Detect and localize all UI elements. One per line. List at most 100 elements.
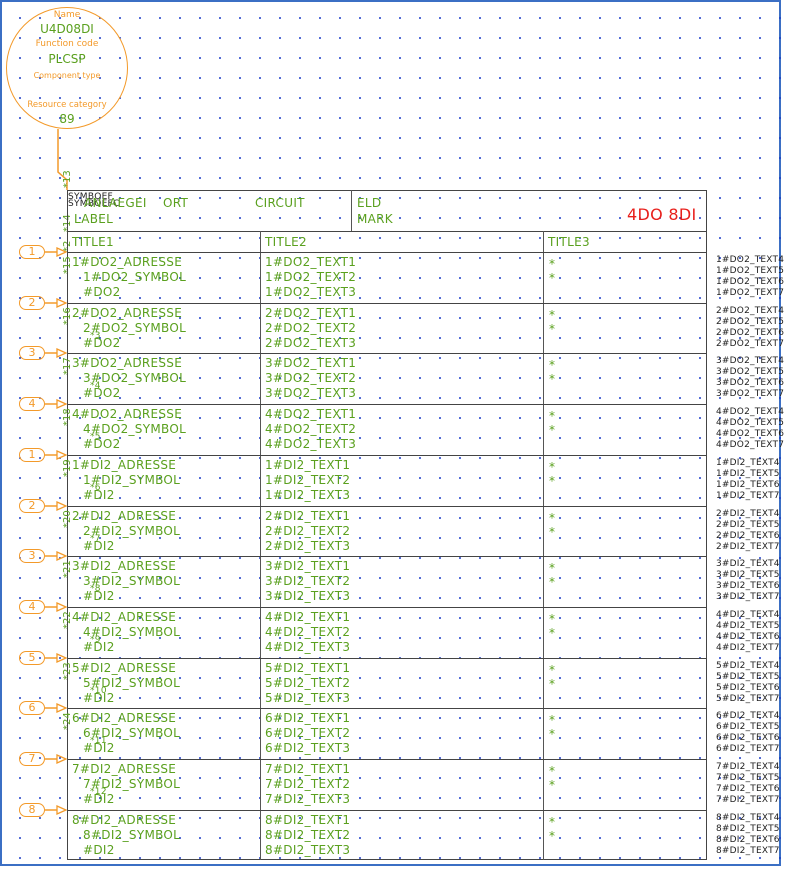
mark-field[interactable]: MARK [357, 213, 393, 226]
channel-text3[interactable]: 6#DI2_TEXT3 [265, 742, 350, 755]
ext-text7: 3#DO2_TEXT7 [716, 389, 785, 399]
ext-text4: 4#DI2_TEXT4 [716, 610, 780, 620]
channel-text1[interactable]: 1#DO2_TEXT1 [265, 256, 356, 269]
ext-text7: 2#DI2_TEXT7 [716, 542, 780, 552]
channel-text3[interactable]: 3#DO2_TEXT3 [265, 387, 356, 400]
channel-text2[interactable]: 8#DI2_TEXT2 [265, 829, 350, 842]
row-divider [67, 455, 707, 456]
label-field[interactable]: LABEL [74, 213, 113, 226]
channel-symbol[interactable]: 8#DI2_SYMBOL [83, 829, 180, 842]
channel-adresse[interactable]: 1#DO2_ADRESSE [72, 256, 182, 269]
pin-bubble[interactable]: 5 [19, 651, 45, 665]
channel-text3[interactable]: 2#DI2_TEXT3 [265, 540, 350, 553]
channel-sub-ref: *3 [90, 331, 101, 341]
channel-star-2: * [549, 372, 556, 386]
channel-text3[interactable]: 7#DI2_TEXT3 [265, 793, 350, 806]
channel-text2[interactable]: 3#DI2_TEXT2 [265, 575, 350, 588]
channel-text1[interactable]: 3#DI2_TEXT1 [265, 560, 350, 573]
channel-star-1: * [549, 713, 556, 727]
channel-text3[interactable]: 2#DO2_TEXT3 [265, 337, 356, 350]
ext-text7: 2#DO2_TEXT7 [716, 339, 785, 349]
channel-text3[interactable]: 1#DI2_TEXT3 [265, 489, 350, 502]
module-title[interactable]: 4DO 8DI [627, 207, 697, 223]
channel-text1[interactable]: 1#DI2_TEXT1 [265, 459, 350, 472]
channel-adresse[interactable]: 2#DI2_ADRESSE [72, 510, 176, 523]
channel-type[interactable]: #DO2 [83, 337, 121, 350]
circuit-field[interactable]: CIRCUIT [255, 197, 305, 210]
pin-bubble[interactable]: 4 [19, 397, 45, 411]
ext-text4: 3#DO2_TEXT4 [716, 356, 785, 366]
ext-text7: 7#DI2_TEXT7 [716, 795, 780, 805]
channel-text2[interactable]: 4#DO2_TEXT2 [265, 423, 356, 436]
channel-text3[interactable]: 8#DI2_TEXT3 [265, 844, 350, 857]
pin-bubble[interactable]: 1 [19, 448, 45, 462]
pin-bubble[interactable]: 2 [19, 296, 45, 310]
channel-text3[interactable]: 4#DO2_TEXT3 [265, 438, 356, 451]
channel-text1[interactable]: 2#DO2_TEXT1 [265, 307, 356, 320]
pin-bubble[interactable]: 3 [19, 549, 45, 563]
channel-text2[interactable]: 6#DI2_TEXT2 [265, 727, 350, 740]
channel-type[interactable]: #DO2 [83, 387, 121, 400]
channel-text1[interactable]: 6#DI2_TEXT1 [265, 712, 350, 725]
eld-field[interactable]: ELD [357, 197, 381, 210]
column-divider-2 [543, 231, 544, 860]
channel-text2[interactable]: 2#DO2_TEXT2 [265, 322, 356, 335]
channel-text2[interactable]: 4#DI2_TEXT2 [265, 626, 350, 639]
channel-type[interactable]: #DO2 [83, 438, 121, 451]
channel-adresse[interactable]: 7#DI2_ADRESSE [72, 763, 176, 776]
ext-text6: 4#DO2_TEXT6 [716, 429, 785, 439]
channel-text2[interactable]: 1#DO2_TEXT2 [265, 271, 356, 284]
pin-bubble[interactable]: 7 [19, 752, 45, 766]
ext-text6: 2#DI2_TEXT6 [716, 531, 780, 541]
pin-number: 2 [28, 296, 36, 309]
channel-adresse[interactable]: 3#DO2_ADRESSE [72, 357, 182, 370]
pin-number: 7 [28, 752, 36, 765]
column-title2: TITLE2 [265, 235, 307, 249]
channel-text1[interactable]: 2#DI2_TEXT1 [265, 510, 350, 523]
channel-adresse[interactable]: 4#DO2_ADRESSE [72, 408, 182, 421]
pin-bubble[interactable]: 3 [19, 346, 45, 360]
channel-text2[interactable]: 2#DI2_TEXT2 [265, 525, 350, 538]
channel-adresse[interactable]: 1#DI2_ADRESSE [72, 459, 176, 472]
channel-adresse[interactable]: 8#DI2_ADRESSE [72, 814, 176, 827]
channel-text1[interactable]: 4#DO2_TEXT1 [265, 408, 356, 421]
channel-star-1: * [549, 612, 556, 626]
channel-text3[interactable]: 1#DO2_TEXT3 [265, 286, 356, 299]
channel-text2[interactable]: 1#DI2_TEXT2 [265, 474, 350, 487]
channel-text1[interactable]: 4#DI2_TEXT1 [265, 611, 350, 624]
channel-sub-ref: *10 [90, 686, 107, 696]
channel-text1[interactable]: 3#DO2_TEXT1 [265, 357, 356, 370]
pin-bubble[interactable]: 1 [19, 245, 45, 259]
pin-bubble[interactable]: 8 [19, 803, 45, 817]
channel-adresse[interactable]: 2#DO2_ADRESSE [72, 307, 182, 320]
pin-bubble[interactable]: 4 [19, 600, 45, 614]
anlaegg-field[interactable]: ANLAEGEI [84, 197, 147, 210]
channel-text1[interactable]: 5#DI2_TEXT1 [265, 662, 350, 675]
channel-text3[interactable]: 5#DI2_TEXT3 [265, 692, 350, 705]
channel-text3[interactable]: 3#DI2_TEXT3 [265, 590, 350, 603]
channel-text2[interactable]: 5#DI2_TEXT2 [265, 677, 350, 690]
row-divider [67, 303, 707, 304]
pin-number: 4 [28, 600, 36, 613]
ort-field[interactable]: ORT [163, 197, 188, 210]
pin-bubble[interactable]: 2 [19, 499, 45, 513]
channel-adresse[interactable]: 6#DI2_ADRESSE [72, 712, 176, 725]
header-bottom-line [67, 231, 707, 232]
channel-text3[interactable]: 4#DI2_TEXT3 [265, 641, 350, 654]
channel-type[interactable]: #DO2 [83, 286, 121, 299]
channel-adresse[interactable]: 5#DI2_ADRESSE [72, 662, 176, 675]
channel-type[interactable]: #DI2 [83, 844, 115, 857]
ext-text6: 4#DI2_TEXT6 [716, 632, 780, 642]
channel-symbol[interactable]: 1#DO2_SYMBOL [83, 271, 186, 284]
channel-adresse[interactable]: 3#DI2_ADRESSE [72, 560, 176, 573]
channel-text2[interactable]: 3#DO2_TEXT2 [265, 372, 356, 385]
channel-adresse[interactable]: 4#DI2_ADRESSE [72, 611, 176, 624]
channel-text1[interactable]: 7#DI2_TEXT1 [265, 763, 350, 776]
pin-bubble[interactable]: 6 [19, 701, 45, 715]
channel-text2[interactable]: 7#DI2_TEXT2 [265, 778, 350, 791]
ext-text6: 1#DI2_TEXT6 [716, 480, 780, 490]
channel-text1[interactable]: 8#DI2_TEXT1 [265, 814, 350, 827]
channel-star-2: * [549, 575, 556, 589]
ext-text7: 4#DI2_TEXT7 [716, 643, 780, 653]
pin-number: 6 [28, 701, 36, 714]
